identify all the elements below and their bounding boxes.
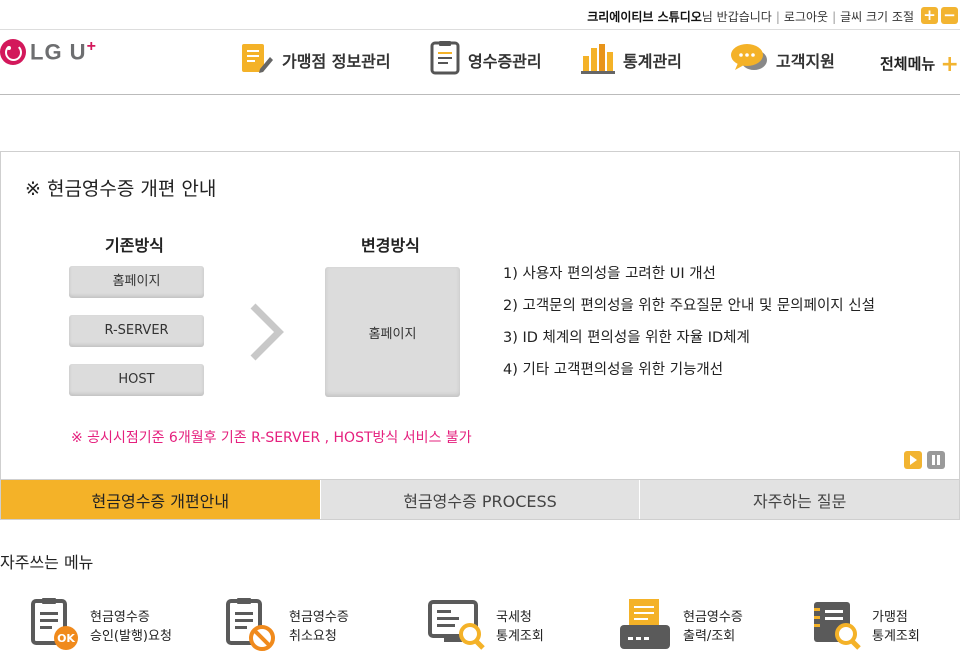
lg-logo-icon bbox=[0, 38, 26, 65]
receipt-cancel-icon bbox=[225, 598, 279, 656]
pause-icon bbox=[932, 455, 940, 465]
quick-cancel-request[interactable]: 현금영수증취소요청 bbox=[225, 598, 349, 656]
font-size-decrease-button[interactable]: − bbox=[941, 7, 958, 24]
new-method-title: 변경방식 bbox=[361, 236, 420, 255]
quick-label-line1: 현금영수증 bbox=[683, 610, 743, 625]
notice-panel: ※ 현금영수증 개편 안내 기존방식 홈페이지 R-SERVER HOST 변경… bbox=[0, 151, 960, 520]
improvement-list: 1) 사용자 편의성을 고려한 UI 개선 2) 고객문의 편의성을 위한 주요… bbox=[503, 262, 875, 390]
old-method-homepage: 홈페이지 bbox=[69, 266, 204, 298]
printer-icon bbox=[617, 597, 673, 657]
notice-title: ※ 현금영수증 개편 안내 bbox=[25, 178, 217, 200]
bar-chart-icon bbox=[581, 42, 615, 78]
quick-label-line1: 가맹점 bbox=[872, 610, 908, 625]
quick-label-line2: 출력/조회 bbox=[683, 629, 736, 644]
pause-button[interactable] bbox=[927, 451, 945, 469]
old-method-title: 기존방식 bbox=[105, 236, 164, 255]
old-method-rserver: R-SERVER bbox=[69, 315, 204, 347]
quick-store-statistics[interactable]: 가맹점통계조회 bbox=[812, 598, 920, 656]
logo-text: LG U bbox=[30, 39, 87, 65]
receipt-icon bbox=[430, 41, 460, 79]
tab-process[interactable]: 현금영수증 PROCESS bbox=[319, 480, 640, 519]
quick-label-line2: 통계조회 bbox=[496, 629, 544, 644]
lg-uplus-logo[interactable]: LG U+ bbox=[0, 38, 97, 65]
list-item: 4) 기타 고객편의성을 위한 기능개선 bbox=[503, 362, 724, 378]
tab-faq[interactable]: 자주하는 질문 bbox=[639, 480, 960, 519]
greeting-text: 님 반갑습니다 bbox=[701, 10, 772, 24]
quick-label-line1: 국세청 bbox=[496, 610, 532, 625]
monitor-search-icon bbox=[428, 598, 486, 656]
nav-store-info[interactable]: 가맹점 정보관리 bbox=[240, 42, 391, 78]
logout-link[interactable]: 로그아웃 bbox=[784, 10, 828, 24]
quick-menu-title: 자주쓰는 메뉴 bbox=[0, 553, 94, 572]
quick-nts-statistics[interactable]: 국세청통계조회 bbox=[428, 598, 544, 656]
quick-approval-request[interactable]: OK 현금영수증승인(발행)요청 bbox=[30, 598, 172, 656]
font-size-label: 글씨 크기 조절 bbox=[840, 10, 914, 24]
logo-plus: + bbox=[86, 38, 97, 55]
nav-receipt[interactable]: 영수증관리 bbox=[430, 41, 542, 79]
document-search-icon bbox=[812, 598, 862, 656]
quick-label-line2: 통계조회 bbox=[872, 629, 920, 644]
chevron-right-icon bbox=[249, 302, 285, 366]
play-icon bbox=[910, 455, 917, 465]
clipboard-pen-icon bbox=[240, 41, 274, 79]
nav-statistics[interactable]: 통계관리 bbox=[581, 42, 682, 78]
list-item: 3) ID 체계의 편의성을 위한 자율 ID체계 bbox=[503, 330, 750, 346]
plus-icon: + bbox=[940, 52, 959, 77]
list-item: 1) 사용자 편의성을 고려한 UI 개선 bbox=[503, 266, 716, 282]
quick-label-line2: 취소요청 bbox=[289, 629, 337, 644]
receipt-ok-icon: OK bbox=[30, 598, 80, 656]
play-button[interactable] bbox=[904, 451, 922, 469]
main-header: LG U+ 가맹점 정보관리 영수증관리 통계관리 고객지원 전체메뉴 + bbox=[0, 30, 960, 95]
quick-label-line1: 현금영수증 bbox=[289, 610, 349, 625]
list-item: 2) 고객문의 편의성을 위한 주요질문 안내 및 문의페이지 신설 bbox=[503, 298, 875, 314]
service-warning: ※ 공시시점기준 6개월후 기존 R-SERVER , HOST방식 서비스 불… bbox=[71, 430, 472, 446]
all-menu-label: 전체메뉴 bbox=[880, 55, 936, 73]
tab-renewal-notice[interactable]: 현금영수증 개편안내 bbox=[1, 480, 320, 519]
top-bar: 크리에이티브 스튜디오님 반갑습니다 | 로그아웃 | 글씨 크기 조절 + − bbox=[0, 0, 960, 30]
svg-text:OK: OK bbox=[57, 632, 75, 645]
old-method-host: HOST bbox=[69, 364, 204, 396]
new-method-homepage: 홈페이지 bbox=[325, 267, 460, 397]
nav-store-info-label: 가맹점 정보관리 bbox=[282, 52, 391, 71]
nav-customer-support-label: 고객지원 bbox=[776, 52, 835, 71]
nav-customer-support[interactable]: 고객지원 bbox=[730, 42, 835, 78]
notice-tabs: 현금영수증 개편안내 현금영수증 PROCESS 자주하는 질문 bbox=[0, 479, 960, 520]
font-size-increase-button[interactable]: + bbox=[921, 7, 938, 24]
nav-receipt-label: 영수증관리 bbox=[468, 52, 542, 71]
quick-label-line1: 현금영수증 bbox=[90, 610, 150, 625]
nav-statistics-label: 통계관리 bbox=[623, 52, 682, 71]
user-name: 크리에이티브 스튜디오 bbox=[587, 10, 702, 24]
all-menu-button[interactable]: 전체메뉴 + bbox=[880, 50, 959, 77]
quick-label-line2: 승인(발행)요청 bbox=[90, 629, 172, 644]
user-greeting: 크리에이티브 스튜디오님 반갑습니다 | 로그아웃 | 글씨 크기 조절 bbox=[587, 10, 914, 24]
chat-bubble-icon bbox=[730, 42, 768, 78]
quick-print-inquiry[interactable]: 현금영수증출력/조회 bbox=[617, 598, 743, 656]
